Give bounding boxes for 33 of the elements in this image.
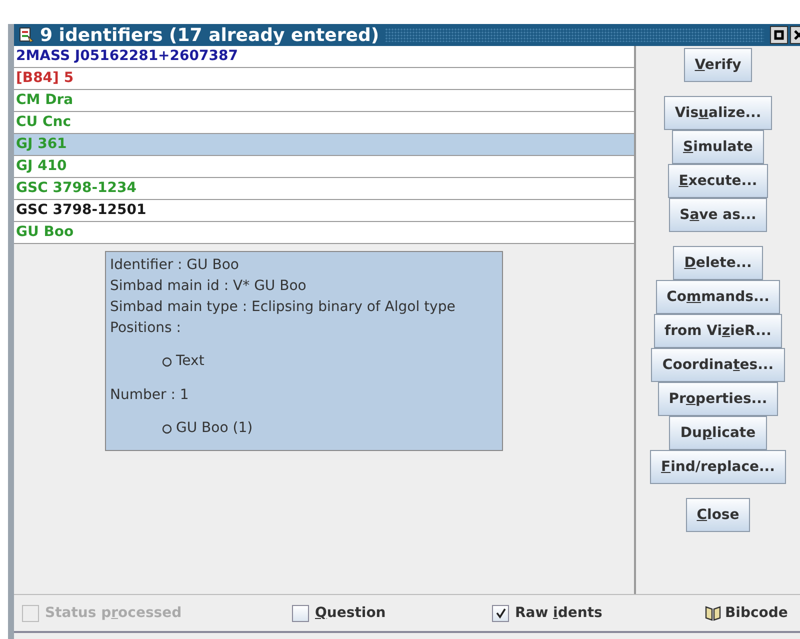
checkbox-label: Raw idents [515,605,602,621]
action-button[interactable]: Coordinates... [651,348,785,382]
tooltip-text: Simbad main type : Eclipsing binary of Algol type [110,298,456,317]
action-button[interactable]: Properties... [658,382,778,416]
action-button[interactable]: Find/replace... [650,450,786,484]
action-button[interactable]: Visualize... [664,96,772,130]
identifier-row[interactable]: 2MASS J05162281+2607387 [14,46,635,68]
action-button[interactable]: Save as... [668,198,768,232]
identifier-row[interactable]: CU Cnc [14,112,635,134]
checkbox-label: Status processed [45,605,182,621]
action-button[interactable]: Delete... [673,246,763,280]
identifier-row[interactable]: [B84] 5 [14,68,635,90]
tooltip-text: Simbad main id : V* GU Boo [110,277,308,296]
tooltip-text: Identifier : GU Boo [110,256,240,275]
identifier-row[interactable]: GSC 3798-1234 [14,178,635,200]
action-button[interactable]: Commands... [656,280,780,314]
action-button[interactable]: Simulate [672,130,764,164]
identifier-row[interactable]: GJ 410 [14,156,635,178]
checkbox-label: Question [315,605,386,621]
tooltip-text: Positions : [110,319,182,338]
identifier-row[interactable]: CM Dra [14,90,635,112]
identifier-row[interactable]: GSC 3798-12501 [14,200,635,222]
action-button[interactable]: Close [686,498,750,532]
tooltip-text: GU Boo (1) [176,419,253,438]
action-button[interactable]: Execute... [668,164,768,198]
bibcode-button[interactable]: Bibcode [725,605,788,621]
tooltip-text: Number : 1 [110,386,190,405]
action-button[interactable]: Duplicate [669,416,767,450]
action-button[interactable]: Verify [684,48,752,82]
identifier-row[interactable]: GU Boo [14,222,635,244]
window-title: 9 identifiers (17 already entered) [40,24,380,46]
tooltip-text: Text [176,352,204,371]
action-button[interactable]: from VizieR... [654,314,782,348]
